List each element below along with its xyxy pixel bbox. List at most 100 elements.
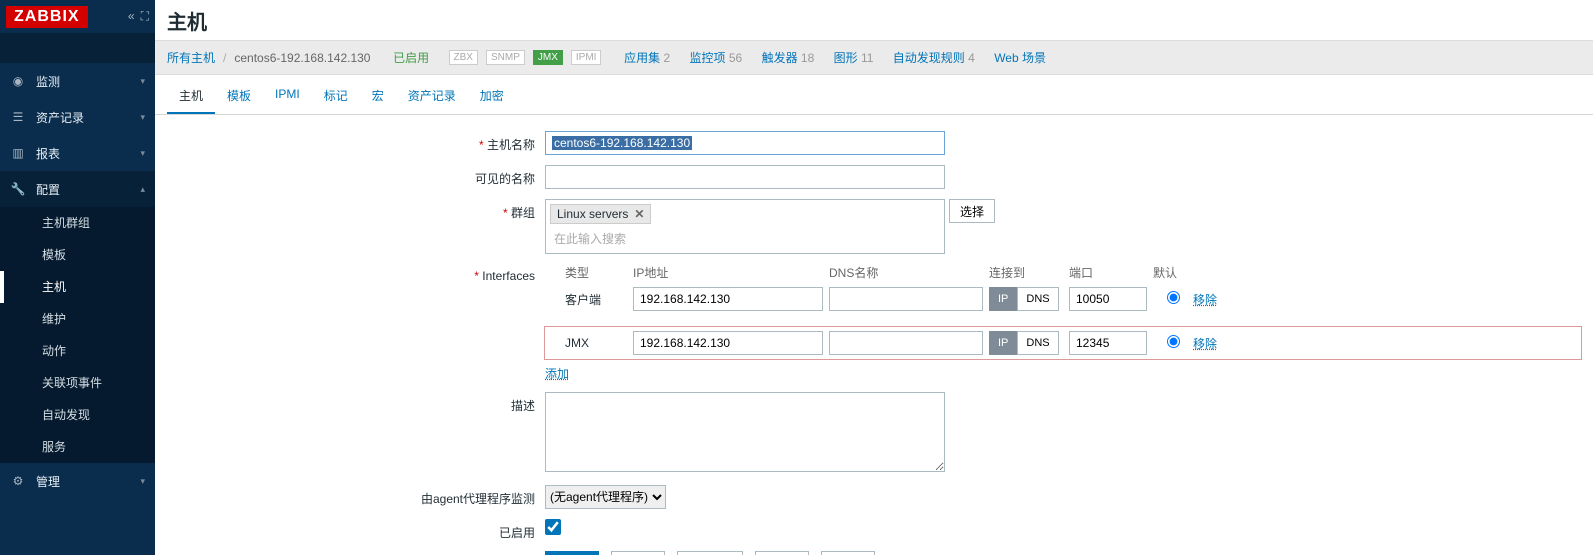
conn-ip-button[interactable]: IP [989,331,1017,355]
interface-row-jmx: JMX IPDNS 移除 [545,327,1581,359]
nav-inventory[interactable]: ☰ 资产记录 ▾ [0,99,155,135]
sub-maintenance[interactable]: 维护 [0,303,155,335]
tab-host[interactable]: 主机 [167,79,215,114]
conn-ip-button[interactable]: IP [989,287,1017,311]
tabs: 主机 模板 IPMI 标记 宏 资产记录 加密 [155,79,1593,115]
conn-dns-button[interactable]: DNS [1017,331,1058,355]
sidebar: ZABBIX « ⛶ 🔍 ◉ 监测 ▾ ☰ 资产记录 ▾ ▥ 报表 ▾ 🔧 [0,0,155,555]
label-description: 描述 [167,392,545,414]
wrench-icon: 🔧 [10,182,26,196]
hostname-input[interactable]: centos6-192.168.142.130 [545,131,945,155]
if-header: 类型 IP地址 DNS名称 连接到 端口 默认 [545,264,1581,287]
proto-ipmi: IPMI [571,50,602,65]
fullscreen-icon[interactable]: ⛶ [141,9,149,24]
proto-snmp: SNMP [486,50,525,65]
remove-tag-icon[interactable]: ✕ [634,207,644,221]
link-web[interactable]: Web 场景 [994,49,1046,66]
chart-icon: ▥ [10,146,26,160]
interface-row-agent: 客户端 IPDNS 移除 [545,287,1581,311]
sub-services[interactable]: 服务 [0,431,155,463]
sub-correlation[interactable]: 关联项事件 [0,367,155,399]
nav-label: 监测 [36,73,60,90]
full-clone-button[interactable]: 全克隆 [677,551,743,555]
if-port-input[interactable] [1069,287,1147,311]
link-discovery[interactable]: 自动发现规则 4 [893,49,975,66]
delete-button[interactable]: 删除 [755,551,809,555]
if-type: 客户端 [565,291,633,308]
nav-label: 资产记录 [36,109,84,126]
nav-monitoring[interactable]: ◉ 监测 ▾ [0,63,155,99]
brand-logo[interactable]: ZABBIX [6,6,88,28]
tab-tags[interactable]: 标记 [312,79,360,114]
link-applications[interactable]: 应用集 2 [624,49,670,66]
tab-inventory[interactable]: 资产记录 [396,79,468,114]
page-title: 主机 [167,6,207,35]
chevron-down-icon: ▾ [140,76,145,87]
sub-discovery[interactable]: 自动发现 [0,399,155,431]
nav-label: 管理 [36,473,60,490]
chevron-down-icon: ▾ [140,476,145,487]
nav-label: 报表 [36,145,60,162]
tab-encryption[interactable]: 加密 [468,79,516,114]
status-enabled: 已启用 [393,49,429,66]
nav-label: 配置 [36,181,60,198]
update-button[interactable]: 更新 [545,551,599,555]
list-icon: ☰ [10,110,26,124]
conn-dns-button[interactable]: DNS [1017,287,1058,311]
form-area: * 主机名称 centos6-192.168.142.130 可见的名称 * 群… [155,115,1593,555]
if-default-radio[interactable] [1167,291,1180,304]
if-port-input[interactable] [1069,331,1147,355]
tab-ipmi[interactable]: IPMI [263,79,312,114]
if-default-radio[interactable] [1167,335,1180,348]
sub-hosts[interactable]: 主机 [0,271,155,303]
if-ip-input[interactable] [633,287,823,311]
clone-button[interactable]: 克隆 [611,551,665,555]
if-type: JMX [565,336,633,350]
proxy-select[interactable]: (无agent代理程序) [545,485,666,509]
collapse-icon[interactable]: « [128,9,135,24]
eye-icon: ◉ [10,74,26,88]
chevron-down-icon: ▾ [140,112,145,123]
if-dns-input[interactable] [829,331,983,355]
breadcrumb: 所有主机 / centos6-192.168.142.130 已启用 ZBX SN… [155,40,1593,75]
link-items[interactable]: 监控项 56 [690,49,743,66]
proto-zbx: ZBX [449,50,478,65]
if-remove-link[interactable]: 移除 [1193,337,1217,351]
group-tag: Linux servers ✕ [550,204,651,224]
nav-config-sub: 主机群组 模板 主机 维护 动作 关联项事件 自动发现 服务 [0,207,155,463]
page-title-row: 主机 [155,0,1593,40]
tab-templates[interactable]: 模板 [215,79,263,114]
label-interfaces: * Interfaces [167,264,545,283]
label-hostname: * 主机名称 [167,131,545,153]
breadcrumb-all-hosts[interactable]: 所有主机 [167,49,215,66]
enabled-checkbox[interactable] [545,519,561,535]
visible-name-input[interactable] [545,165,945,189]
form-actions: 更新 克隆 全克隆 删除 取消 [545,551,1581,555]
sub-templates[interactable]: 模板 [0,239,155,271]
label-proxy: 由agent代理程序监测 [167,485,545,507]
select-groups-button[interactable]: 选择 [949,199,995,223]
cancel-button[interactable]: 取消 [821,551,875,555]
if-dns-input[interactable] [829,287,983,311]
if-ip-input[interactable] [633,331,823,355]
link-graphs[interactable]: 图形 11 [834,49,874,66]
label-visible-name: 可见的名称 [167,165,545,187]
proto-jmx: JMX [533,50,563,65]
nav-admin[interactable]: ⚙ 管理 ▾ [0,463,155,499]
group-tag-label: Linux servers [557,207,628,221]
breadcrumb-host: centos6-192.168.142.130 [234,51,370,65]
sub-actions[interactable]: 动作 [0,335,155,367]
logo-row: ZABBIX « ⛶ [0,0,155,33]
breadcrumb-sep: / [223,51,226,65]
tab-macros[interactable]: 宏 [360,79,396,114]
sub-hostgroups[interactable]: 主机群组 [0,207,155,239]
groups-multiselect[interactable]: Linux servers ✕ 在此输入搜索 [545,199,945,254]
nav-configuration[interactable]: 🔧 配置 ▴ [0,171,155,207]
nav-reports[interactable]: ▥ 报表 ▾ [0,135,155,171]
label-enabled: 已启用 [167,519,545,541]
link-triggers[interactable]: 触发器 18 [762,49,815,66]
if-remove-link[interactable]: 移除 [1193,293,1217,307]
description-textarea[interactable] [545,392,945,472]
if-add-link[interactable]: 添加 [545,367,569,381]
gear-icon: ⚙ [10,474,26,488]
